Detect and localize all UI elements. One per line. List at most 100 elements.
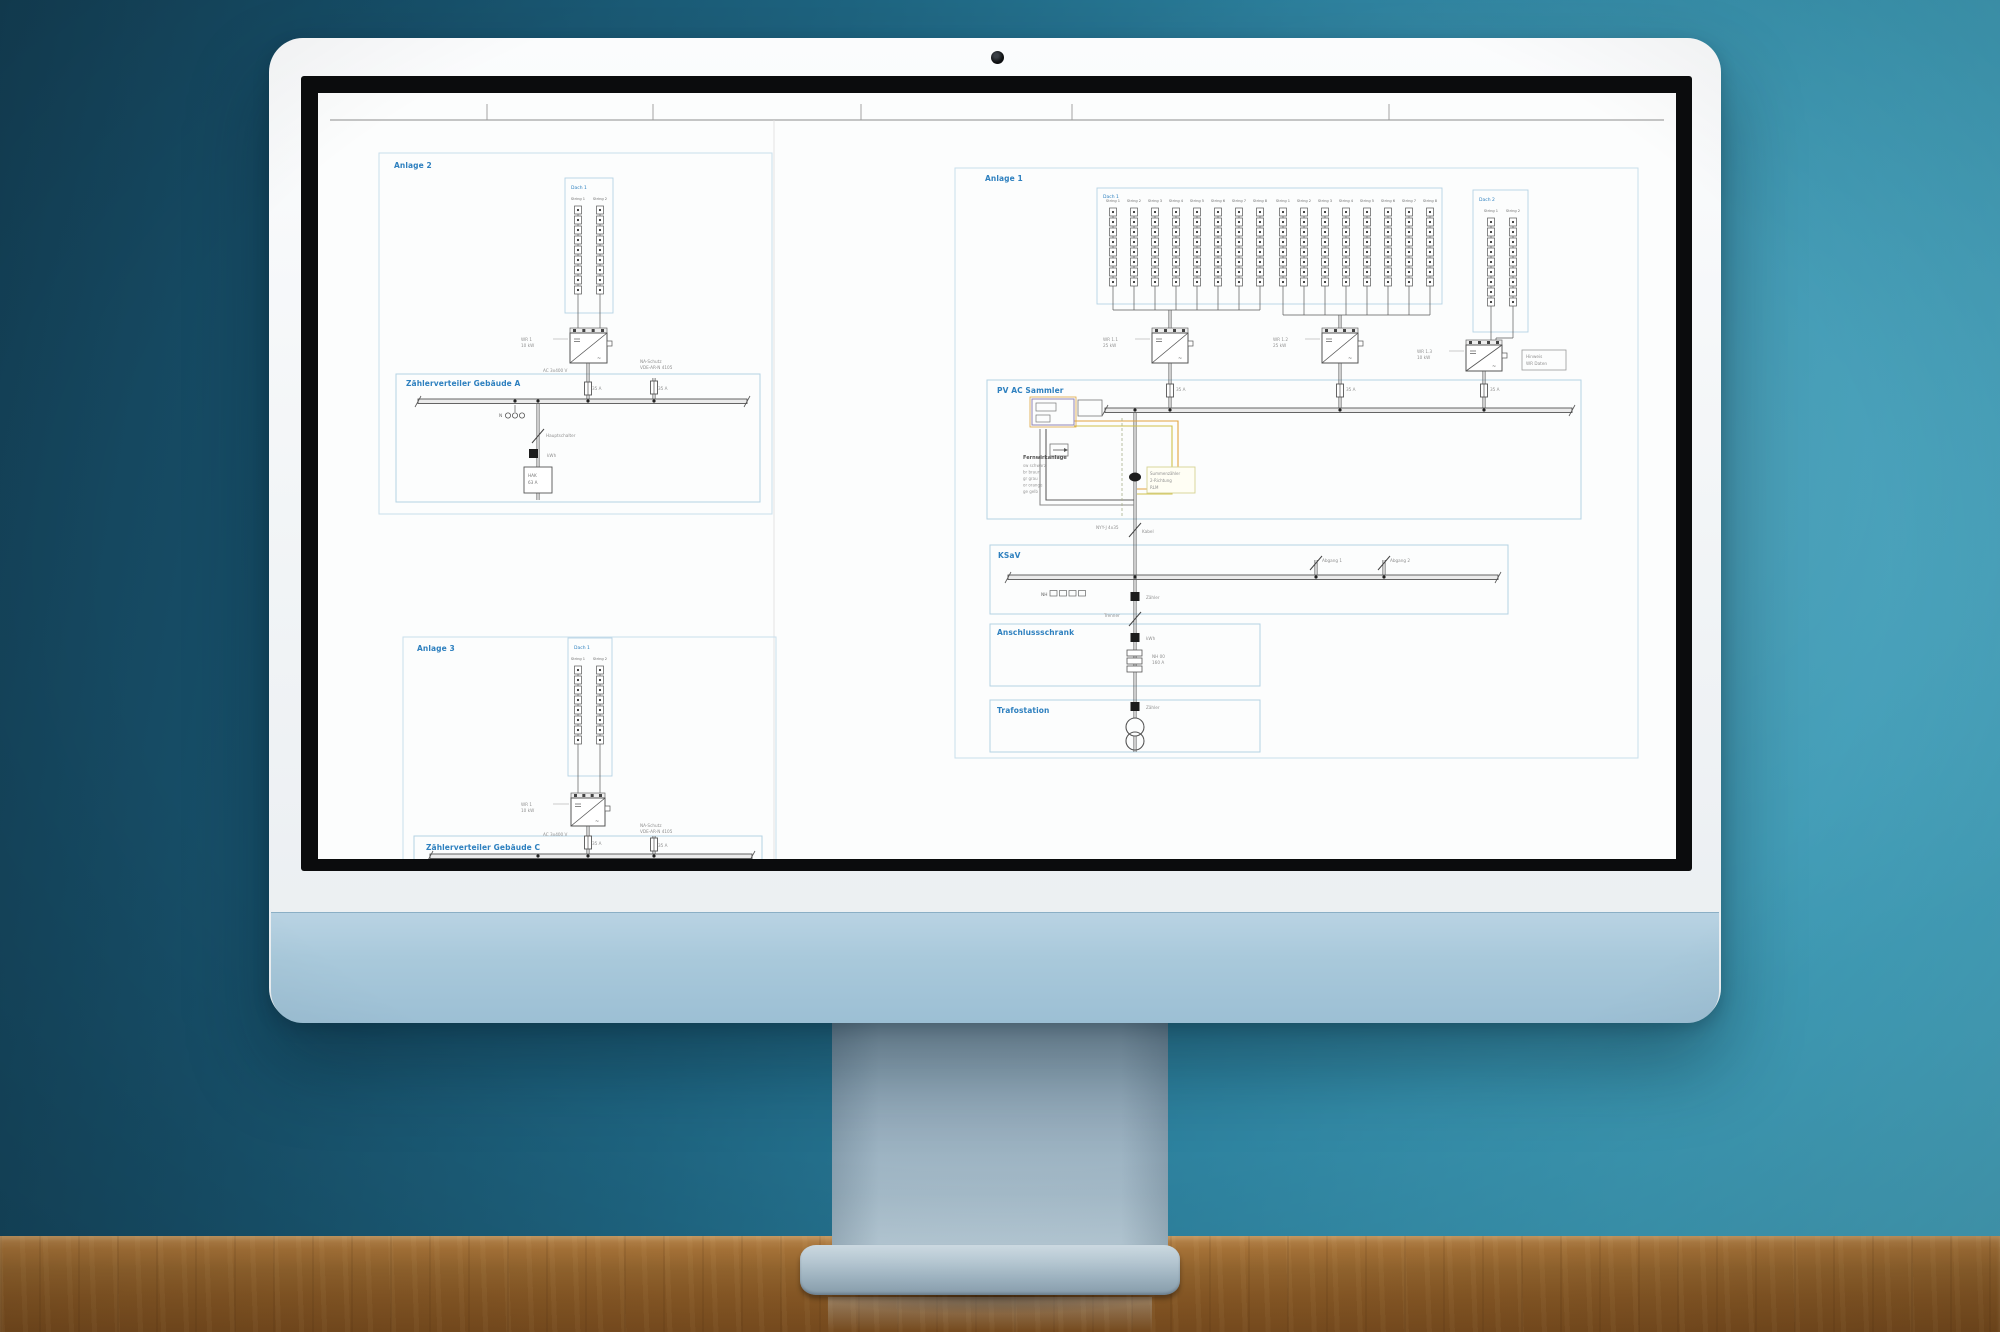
pv-module-dot [1366, 231, 1368, 233]
terminal-pin [1478, 341, 1481, 344]
pv-module-dot [1490, 281, 1492, 283]
nh-fuse-bar [1127, 666, 1142, 672]
pv-module-dot [1387, 221, 1389, 223]
panel-box-zv-a [396, 374, 760, 502]
pv-module-dot [599, 219, 601, 221]
pv-module-dot [1175, 241, 1177, 243]
terminal-pin [599, 794, 602, 797]
micro-label: NYY-J 4x35 [1096, 525, 1119, 530]
pv-module-dot [1196, 211, 1198, 213]
imac-stand-neck [832, 1022, 1168, 1248]
connection-dot [1382, 575, 1385, 578]
ac-mark: ~ [1492, 364, 1496, 370]
switch-symbol [1378, 556, 1390, 570]
bus-bar [1008, 575, 1498, 580]
terminal-pin [1334, 329, 1337, 332]
n-meter-label: N [499, 413, 502, 419]
string-header: String 1 [571, 197, 585, 201]
pv-module-dot [1324, 271, 1326, 273]
string-header: String 7 [1402, 199, 1416, 203]
pv-module-dot [1259, 251, 1261, 253]
string-header: String 3 [1148, 199, 1162, 203]
imac-stand-base [800, 1245, 1180, 1295]
anlage1-title: Anlage 1 [985, 174, 1023, 183]
pv-module-dot [1217, 241, 1219, 243]
micro-label: VDE-AR-N 4105 [640, 829, 673, 834]
pv-module-dot [577, 249, 579, 251]
string-header: String 2 [593, 657, 607, 661]
inverter-label: WR 1.2 [1273, 337, 1288, 342]
micro-label: AC 3x400 V [543, 368, 568, 373]
pv-module-dot [1303, 271, 1305, 273]
pv-module-dot [1133, 271, 1135, 273]
string-header: String 2 [1127, 199, 1141, 203]
pv-module-dot [1366, 271, 1368, 273]
pv-module-dot [1175, 271, 1177, 273]
pv-module-dot [1303, 281, 1305, 283]
pv-module-dot [1196, 251, 1198, 253]
pv-module-dot [1112, 261, 1114, 263]
switch-symbol [1310, 556, 1322, 570]
pv-module-dot [1387, 211, 1389, 213]
nh-legend-box [1060, 591, 1067, 597]
micro-label: Zähler [1146, 705, 1160, 710]
screen-bezel: Anlage 2 Anlage 3 Anlage 1 Zählerverteil… [301, 76, 1692, 871]
pv-module-dot [599, 279, 601, 281]
pv-module-dot [1490, 291, 1492, 293]
micro-label: Kabel [1142, 529, 1154, 534]
pv-module-dot [1259, 211, 1261, 213]
pv-module-dot [599, 729, 601, 731]
inverter-label: 10 kW [1417, 355, 1430, 360]
pv-module-dot [1345, 211, 1347, 213]
pv-module-dot [1429, 251, 1431, 253]
pv-module-dot [599, 259, 601, 261]
pv-module-dot [1490, 301, 1492, 303]
meter-symbol [1131, 702, 1140, 711]
pv-module-dot [1387, 271, 1389, 273]
pv-module-dot [1217, 231, 1219, 233]
pv-module-dot [577, 669, 579, 671]
connection-dot [1338, 408, 1341, 411]
terminal-pin [1343, 329, 1346, 332]
pv-module-dot [599, 709, 601, 711]
plant-box-anlage1 [955, 168, 1638, 758]
pv-module-dot [1512, 261, 1514, 263]
connection-dot [586, 854, 589, 857]
pv-module-dot [1133, 221, 1135, 223]
pv-module-dot [599, 689, 601, 691]
pv-module-dot [1345, 271, 1347, 273]
pv-module-dot [1303, 221, 1305, 223]
string-header: String 5 [1360, 199, 1374, 203]
pv-module-dot [1238, 251, 1240, 253]
pv-module-dot [1366, 211, 1368, 213]
pv-module-dot [577, 679, 579, 681]
n-meter-circle [519, 413, 524, 418]
pv-module-dot [1196, 271, 1198, 273]
pv-module-dot [1282, 241, 1284, 243]
pv-module-dot [577, 279, 579, 281]
pv-module-dot [1387, 281, 1389, 283]
pv-module-dot [577, 699, 579, 701]
micro-label: Abgang 2 [1390, 558, 1410, 563]
pv-module-dot [1175, 231, 1177, 233]
array-title: Dach 1 [571, 185, 587, 191]
connection-dot [513, 399, 516, 402]
pv-module-dot [1429, 261, 1431, 263]
pv-module-dot [1408, 221, 1410, 223]
pv-module-dot [1429, 211, 1431, 213]
pv-module-dot [1303, 241, 1305, 243]
ac-mark: ~ [1178, 356, 1182, 362]
micro-label: Abgang 1 [1322, 558, 1342, 563]
micro-label: VDE-AR-N 4105 [640, 365, 673, 370]
pv-module-dot [577, 689, 579, 691]
terminal-pin [592, 329, 595, 332]
fern-title: Fernwirkanlage [1023, 455, 1067, 461]
pv-module-dot [1303, 211, 1305, 213]
inverter-port [1188, 341, 1193, 346]
pv-module-dot [599, 249, 601, 251]
pv-module-dot [1345, 241, 1347, 243]
fern-legend-line: or orange [1023, 483, 1043, 488]
string-header: String 1 [1276, 199, 1290, 203]
terminal-pin [582, 329, 585, 332]
pv-module-dot [1490, 251, 1492, 253]
